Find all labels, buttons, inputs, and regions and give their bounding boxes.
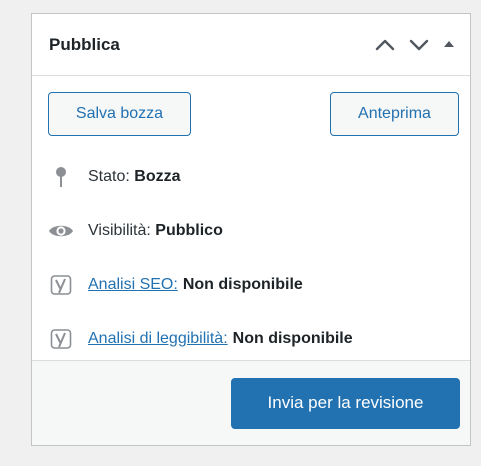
caret-up-icon [444,40,454,47]
seo-analysis-value: Non disponibile [182,276,303,293]
chevron-down-icon [409,39,429,50]
visibility-label: Visibilità: [88,222,151,239]
eye-icon [48,223,74,239]
panel-header: Pubblica [32,14,470,76]
submit-for-review-button[interactable]: Invia per la revisione [231,377,460,429]
panel-controls [374,38,456,52]
readability-row: Analisi di leggibilità: Non disponibile [48,312,459,366]
readability-analysis-value: Non disponibile [232,330,353,347]
preview-button[interactable]: Anteprima [330,92,459,136]
status-value: Bozza [134,168,181,185]
move-up-button[interactable] [374,38,396,52]
readability-analysis-link[interactable]: Analisi di leggibilità: [88,330,228,348]
minor-actions: Salva bozza Anteprima [48,92,459,136]
seo-row: Analisi SEO: Non disponibile [48,258,459,312]
major-publishing-actions: Invia per la revisione [32,360,470,445]
misc-publishing-actions: Stato: Bozza Visibilità: Pubblico Analis… [48,150,459,366]
publish-panel: Pubblica Salva bozza Anteprima Stato: Bo… [31,13,471,446]
panel-body: Salva bozza Anteprima Stato: Bozza Visib… [32,76,470,366]
toggle-panel-button[interactable] [442,38,456,52]
panel-title: Pubblica [49,34,120,54]
pin-icon [48,166,74,188]
chevron-up-icon [375,39,395,50]
yoast-icon [48,274,74,296]
visibility-value: Pubblico [155,222,223,239]
status-row: Stato: Bozza [48,150,459,204]
visibility-row: Visibilità: Pubblico [48,204,459,258]
save-draft-button[interactable]: Salva bozza [48,92,191,136]
yoast-icon [48,328,74,350]
status-label: Stato: [88,168,130,185]
seo-analysis-link[interactable]: Analisi SEO: [88,276,178,294]
move-down-button[interactable] [408,38,430,52]
